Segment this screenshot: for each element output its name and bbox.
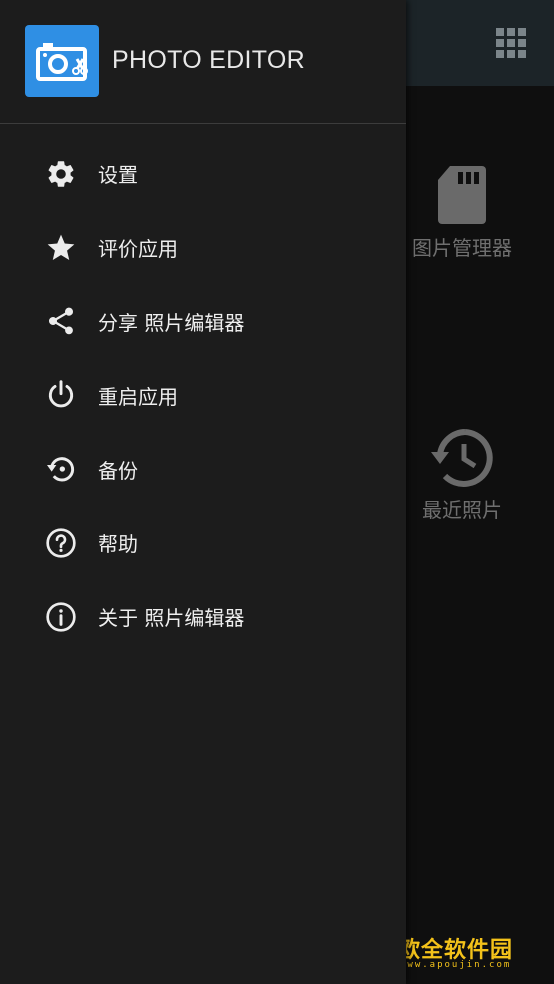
tile-photo-manager[interactable]: 图片管理器 — [388, 164, 536, 261]
watermark-url: www.apoujin.com — [400, 960, 512, 970]
menu-item-settings[interactable]: 设置 — [0, 137, 406, 211]
menu-item-label: 重启应用 — [98, 384, 178, 409]
help-icon — [44, 526, 78, 560]
menu-item-label: 关于 照片编辑器 — [98, 606, 245, 631]
menu-item-rate-app[interactable]: 评价应用 — [0, 211, 406, 285]
camera-logo-icon — [36, 43, 88, 81]
screen: 图片管理器 最近照片 欧全软件园 www.apoujin.com PHOTO E… — [0, 0, 554, 984]
gear-icon — [44, 157, 78, 191]
grid-icon[interactable] — [496, 28, 526, 58]
menu-item-label: 备份 — [98, 458, 138, 483]
drawer-menu: 设置 评价应用 分享 照片编辑器 重启应用 备份 帮助 关于 照片编辑器 — [0, 137, 406, 654]
menu-item-about[interactable]: 关于 照片编辑器 — [0, 580, 406, 654]
backup-restore-icon — [44, 452, 78, 486]
navigation-drawer: PHOTO EDITOR 设置 评价应用 分享 照片编辑器 重启应用 备份 帮助… — [0, 0, 406, 984]
info-icon — [44, 600, 78, 634]
drawer-header: PHOTO EDITOR — [0, 0, 406, 123]
power-icon — [44, 378, 78, 412]
tile-label: 图片管理器 — [412, 236, 512, 260]
menu-item-restart[interactable]: 重启应用 — [0, 358, 406, 432]
drawer-divider — [0, 123, 406, 124]
share-icon — [44, 304, 78, 338]
history-icon — [431, 429, 493, 487]
menu-item-label: 分享 照片编辑器 — [98, 310, 245, 335]
tile-label: 最近照片 — [422, 498, 502, 522]
menu-item-backup[interactable]: 备份 — [0, 432, 406, 506]
menu-item-label: 设置 — [98, 163, 138, 188]
menu-item-label: 帮助 — [98, 532, 138, 557]
star-icon — [44, 231, 78, 265]
sd-card-icon — [438, 166, 486, 224]
app-logo — [25, 25, 99, 97]
menu-item-help[interactable]: 帮助 — [0, 506, 406, 580]
menu-item-label: 评价应用 — [98, 237, 178, 262]
menu-item-share[interactable]: 分享 照片编辑器 — [0, 285, 406, 359]
tile-recent-photos[interactable]: 最近照片 — [388, 428, 536, 523]
app-title: PHOTO EDITOR — [112, 46, 305, 74]
